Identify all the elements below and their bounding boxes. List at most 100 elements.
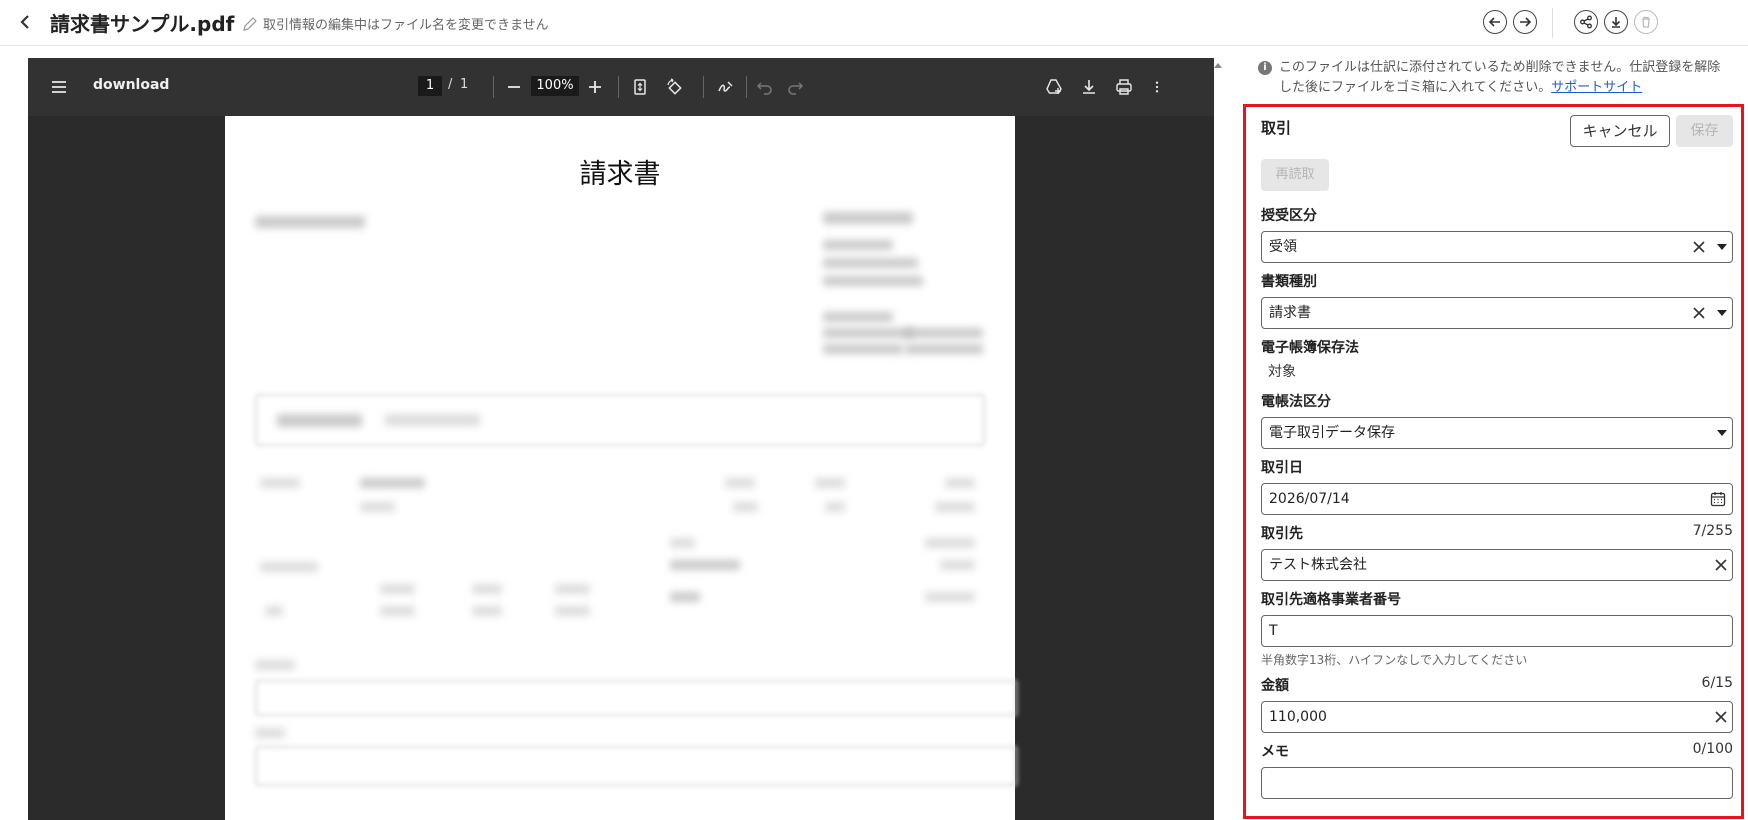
more-options-button[interactable] (1150, 75, 1164, 99)
zoom-input[interactable]: 100% (531, 76, 579, 96)
pdf-page: 請求書 (225, 116, 1017, 820)
download-button[interactable] (1604, 10, 1628, 34)
rename-note-text: 取引情報の編集中はファイル名を変更できません (263, 18, 549, 33)
pdf-viewer: download 1 / 1 100% 請求書 (28, 58, 1214, 820)
undo-icon (756, 82, 772, 95)
memo-input[interactable] (1261, 767, 1733, 799)
reread-button[interactable]: 再読取 (1261, 159, 1329, 191)
amount-count: 6/15 (1701, 675, 1733, 691)
more-vertical-icon (1155, 81, 1159, 93)
doc-type-label: 書類種別 (1261, 274, 1317, 290)
page-separator: / (448, 77, 453, 92)
annotate-button[interactable] (716, 75, 736, 99)
prev-file-button[interactable] (1483, 10, 1507, 34)
toolbar-divider (493, 76, 494, 98)
print-button[interactable] (1114, 75, 1134, 99)
blurred-text (925, 538, 975, 548)
notice-text: このファイルは仕訳に添付されているため削除できません。仕訳登録を解除した後にファ… (1279, 60, 1721, 95)
minus-icon (508, 86, 520, 88)
clear-icon[interactable] (1692, 306, 1706, 320)
date-input[interactable]: 2026/07/14 (1261, 483, 1733, 515)
save-button[interactable]: 保存 (1676, 115, 1733, 147)
toolbar-divider (703, 76, 704, 98)
amount-label: 金額 (1261, 678, 1289, 694)
ebook-class-value: 電子取引データ保存 (1269, 425, 1395, 441)
blurred-text (823, 276, 923, 286)
ebook-class-select[interactable]: 電子取引データ保存 (1261, 417, 1733, 449)
printer-icon (1116, 79, 1132, 95)
back-button[interactable] (14, 10, 36, 34)
blurred-text (670, 538, 695, 548)
memo-label: メモ (1261, 744, 1289, 760)
redo-icon (788, 82, 804, 95)
arrow-left-icon (1488, 17, 1500, 27)
pdf-doc-title: download (93, 77, 170, 93)
partner-count: 7/255 (1692, 523, 1733, 539)
plus-icon (589, 81, 601, 93)
chevron-down-icon[interactable] (1717, 430, 1727, 436)
blurred-text (255, 216, 365, 228)
share-button[interactable] (1574, 10, 1598, 34)
info-icon: i (1258, 61, 1272, 75)
undo-button[interactable] (756, 75, 774, 99)
save-to-drive-button[interactable] (1044, 75, 1064, 99)
toolbar-divider (618, 76, 619, 98)
blurred-text (823, 344, 903, 354)
rotate-button[interactable] (664, 75, 684, 99)
blurred-text (472, 584, 502, 594)
redo-button[interactable] (786, 75, 804, 99)
rename-note: 取引情報の編集中はファイル名を変更できません (242, 14, 549, 33)
blurred-text (555, 606, 590, 616)
blurred-box (255, 680, 1017, 716)
invoice-number-hint: 半角数字13桁、ハイフンなしで入力してください (1261, 653, 1528, 667)
page-number-input[interactable]: 1 (418, 76, 442, 96)
fit-page-button[interactable] (631, 75, 649, 99)
chevron-down-icon[interactable] (1717, 244, 1727, 250)
amount-value: 110,000 (1269, 709, 1327, 725)
clear-icon[interactable] (1714, 558, 1728, 572)
blurred-text (725, 478, 755, 488)
blurred-text (265, 606, 283, 616)
app-header: 請求書サンプル.pdf 取引情報の編集中はファイル名を変更できません (0, 0, 1748, 46)
menu-button[interactable] (48, 75, 70, 99)
chevron-down-icon[interactable] (1717, 310, 1727, 316)
blurred-text (925, 592, 975, 602)
blurred-text (255, 728, 285, 738)
clear-icon[interactable] (1692, 240, 1706, 254)
pen-scribble-icon (718, 81, 733, 92)
pdf-download-button[interactable] (1080, 75, 1098, 99)
zoom-in-button[interactable] (586, 75, 604, 99)
blurred-text (385, 414, 480, 426)
blurred-text (255, 660, 295, 670)
blurred-text (360, 478, 425, 488)
calendar-icon[interactable] (1710, 491, 1726, 507)
download-icon (1083, 80, 1095, 94)
blurred-text (260, 478, 300, 488)
next-file-button[interactable] (1513, 10, 1537, 34)
clear-icon[interactable] (1714, 710, 1728, 724)
zoom-out-button[interactable] (505, 75, 523, 99)
partner-input[interactable]: テスト株式会社 (1261, 549, 1733, 581)
invoice-number-input[interactable]: T (1261, 615, 1733, 647)
memo-count: 0/100 (1692, 741, 1733, 757)
support-site-link[interactable]: サポートサイト (1551, 80, 1642, 95)
blurred-text (380, 584, 415, 594)
hamburger-icon (52, 81, 66, 93)
blurred-text (670, 592, 700, 602)
invoice-number-value: T (1269, 623, 1278, 639)
blurred-text (733, 502, 758, 512)
ebook-value: 対象 (1268, 364, 1296, 380)
amount-input[interactable]: 110,000 (1261, 701, 1733, 733)
delete-button[interactable] (1634, 10, 1658, 34)
scroll-up-icon[interactable] (1212, 60, 1224, 70)
header-divider (1552, 8, 1553, 38)
blurred-text (380, 606, 415, 616)
direction-select[interactable]: 受領 (1261, 231, 1733, 263)
blurred-text (823, 312, 893, 322)
cancel-button[interactable]: キャンセル (1570, 115, 1670, 147)
doc-type-select[interactable]: 請求書 (1261, 297, 1733, 329)
blurred-text (360, 502, 395, 512)
blurred-text (472, 606, 502, 616)
rotate-icon (667, 78, 682, 95)
blurred-text (555, 584, 590, 594)
